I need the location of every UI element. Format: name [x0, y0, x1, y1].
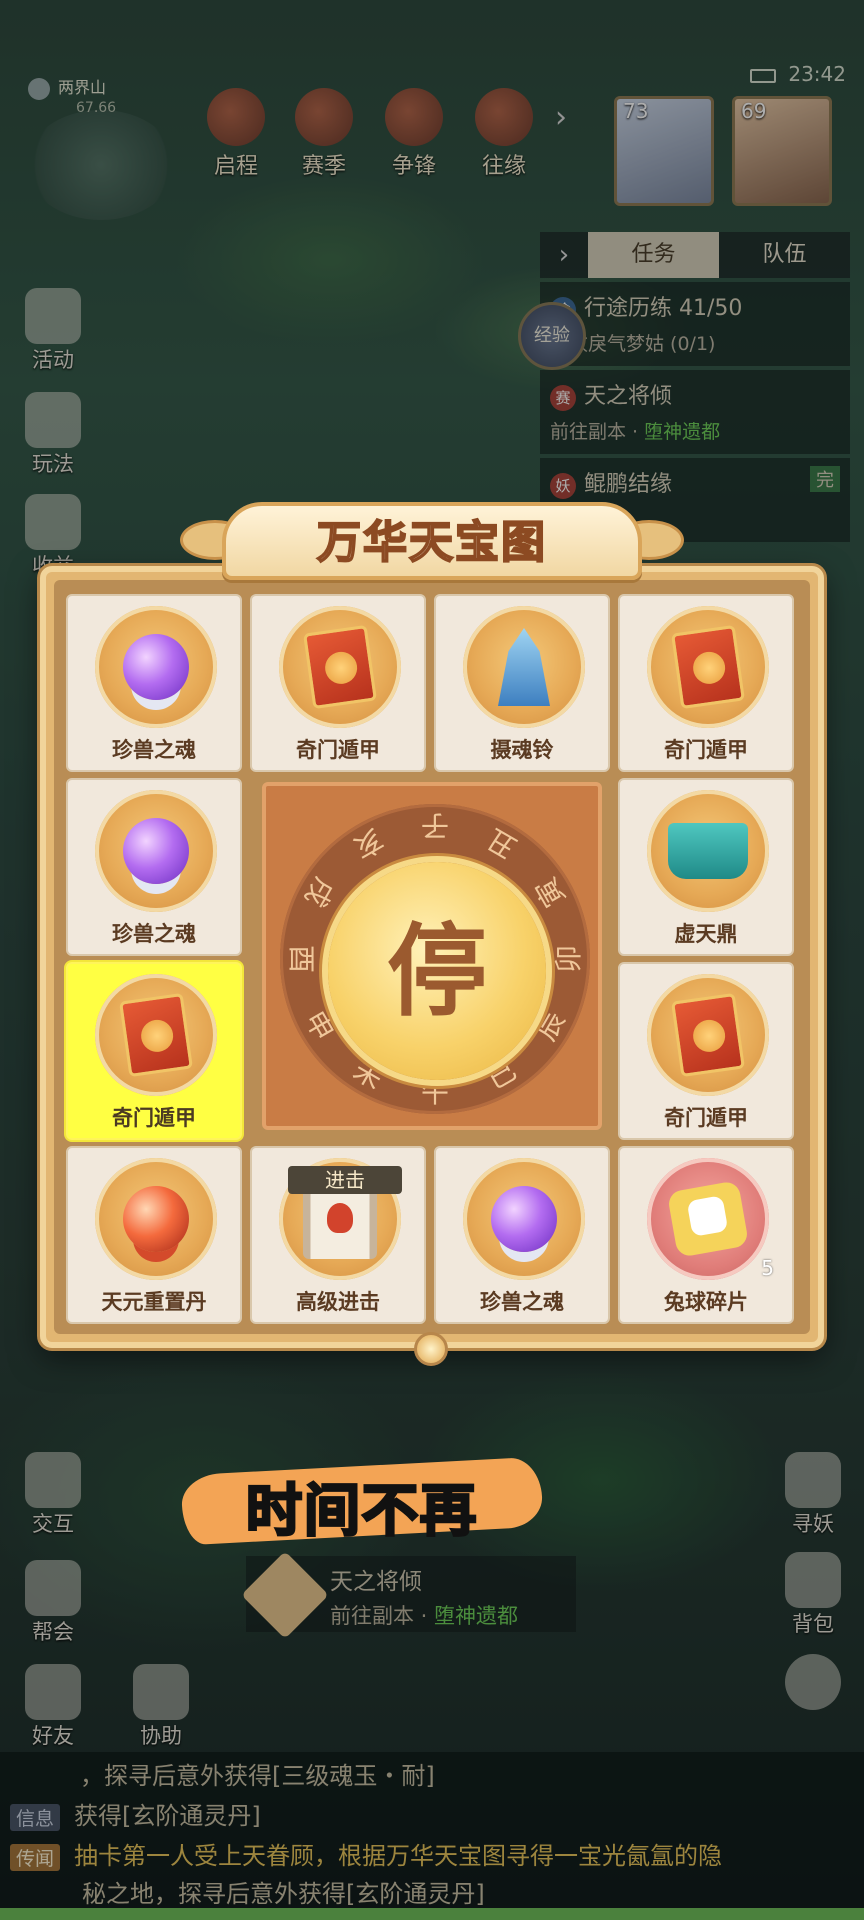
item-orb: [279, 606, 401, 728]
prize-label: 虚天鼎: [674, 922, 738, 946]
modal-title: 万华天宝图: [316, 516, 547, 569]
item-orb: [463, 1158, 585, 1280]
item-orb: [95, 1158, 217, 1280]
spirit-orb-icon: [123, 634, 189, 700]
zodiac-char: 戌: [298, 871, 341, 913]
prize-cell[interactable]: 珍兽之魂: [66, 778, 242, 956]
prize-cell[interactable]: 奇门遁甲: [618, 962, 794, 1140]
prize-cell-selected[interactable]: 奇门遁甲: [66, 962, 242, 1140]
compass-panel: 子丑寅卯辰巳午未申酉戌亥 停: [262, 782, 602, 1130]
prize-label: 奇门遁甲: [664, 1106, 748, 1130]
zodiac-char: 丑: [481, 822, 523, 865]
modal-title-plaque: 万华天宝图: [222, 502, 642, 580]
item-orb: [647, 1158, 769, 1280]
item-orb: [95, 974, 217, 1096]
prize-label: 珍兽之魂: [112, 738, 196, 762]
bell-icon: [498, 628, 550, 706]
prize-label: 珍兽之魂: [480, 1290, 564, 1314]
prize-label: 兔球碎片: [664, 1290, 748, 1314]
modal-bottom-knob: [414, 1332, 448, 1366]
zodiac-char: 寅: [529, 871, 572, 913]
prize-label: 天元重置丹: [101, 1290, 207, 1314]
prize-cell[interactable]: 5 兔球碎片: [618, 1146, 794, 1324]
prize-label: 珍兽之魂: [112, 922, 196, 946]
prize-label: 奇门遁甲: [112, 1106, 196, 1130]
prize-label: 高级进击: [296, 1290, 380, 1314]
item-orb: [647, 974, 769, 1096]
prize-cell[interactable]: 奇门遁甲: [250, 594, 426, 772]
item-quantity: 5: [761, 1256, 774, 1280]
prize-cell[interactable]: 奇门遁甲: [618, 594, 794, 772]
item-orb: [647, 606, 769, 728]
prize-cell[interactable]: 摄魂铃: [434, 594, 610, 772]
item-orb: [95, 606, 217, 728]
prize-cell[interactable]: 虚天鼎: [618, 778, 794, 956]
video-caption: 时间不再: [245, 1478, 478, 1546]
prize-badge: 进击: [288, 1166, 402, 1194]
puzzle-piece-icon: [666, 1180, 750, 1258]
red-pill-orb-icon: [123, 1186, 189, 1252]
prize-label: 奇门遁甲: [296, 738, 380, 762]
zodiac-char: 酉: [285, 944, 318, 973]
item-orb: [95, 790, 217, 912]
prize-cell[interactable]: 珍兽之魂: [434, 1146, 610, 1324]
spirit-orb-icon: [123, 818, 189, 884]
prize-cell[interactable]: 珍兽之魂: [66, 594, 242, 772]
zodiac-char: 子: [421, 809, 450, 842]
book-icon: [119, 992, 193, 1078]
zodiac-char: 午: [420, 1076, 449, 1109]
zodiac-char: 亥: [347, 822, 389, 865]
stop-button[interactable]: 停: [328, 862, 546, 1080]
book-icon: [671, 992, 745, 1078]
book-icon: [303, 624, 377, 710]
zodiac-char: 申: [298, 1005, 341, 1047]
prize-label: 奇门遁甲: [664, 738, 748, 762]
book-icon: [671, 624, 745, 710]
prize-cell[interactable]: 天元重置丹: [66, 1146, 242, 1324]
zodiac-char: 卯: [552, 945, 585, 974]
prize-label: 摄魂铃: [490, 738, 554, 762]
spirit-orb-icon: [491, 1186, 557, 1252]
prize-cell[interactable]: 进击 高级进击: [250, 1146, 426, 1324]
cauldron-icon: [668, 823, 748, 879]
item-orb: [647, 790, 769, 912]
item-orb: [463, 606, 585, 728]
